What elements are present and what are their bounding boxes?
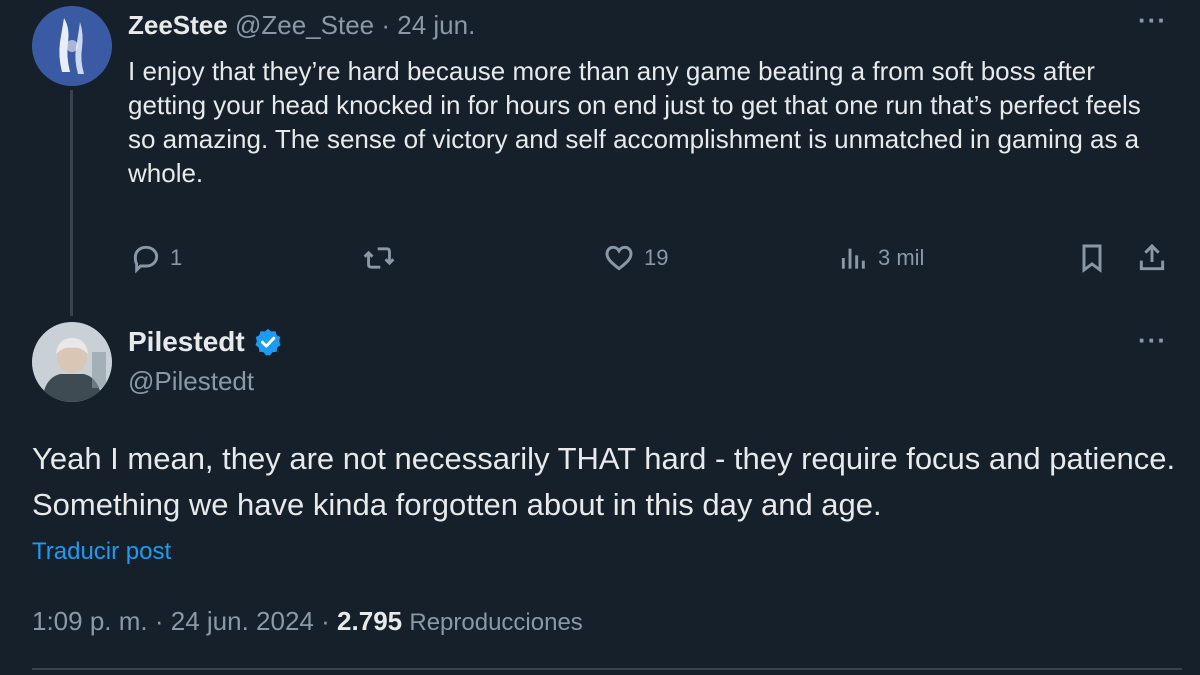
share-button[interactable] (1136, 238, 1168, 278)
divider (32, 668, 1182, 670)
like-count: 19 (644, 245, 669, 270)
post-date[interactable]: 24 jun. 2024 (171, 606, 314, 636)
post-time[interactable]: 1:09 p. m. (32, 606, 148, 636)
like-button[interactable]: 19 (602, 238, 668, 278)
bookmark-button[interactable] (1076, 238, 1108, 278)
separator-dot: · (154, 606, 164, 636)
author-name[interactable]: ZeeStee (128, 10, 228, 40)
reply-button[interactable]: 1 (130, 238, 182, 278)
repost-button[interactable] (362, 238, 404, 278)
reply-icon (133, 245, 159, 274)
thread-connector-line (70, 90, 73, 316)
more-icon[interactable]: ··· (1138, 327, 1167, 353)
bookmark-icon (1082, 244, 1102, 273)
like-icon (605, 245, 633, 271)
post-date[interactable]: 24 jun. (397, 10, 475, 40)
translate-post-link[interactable]: Traducir post (32, 538, 171, 566)
avatar-pilestedt[interactable] (32, 322, 112, 402)
more-icon[interactable]: ··· (1138, 7, 1167, 33)
reply-count: 1 (170, 245, 183, 270)
views-count: 2.795 (337, 606, 403, 636)
post-text: Yeah I mean, they are not necessarily TH… (32, 441, 1176, 522)
verified-badge-icon[interactable] (253, 327, 283, 357)
views-count: 3 mil (878, 245, 925, 270)
separator-dot: · (321, 606, 330, 636)
repost-icon (363, 247, 395, 269)
author-handle[interactable]: @Pilestedt (128, 366, 254, 397)
avatar-zeestee[interactable] (32, 6, 112, 86)
separator-dot: · (381, 10, 391, 40)
views-button[interactable]: 3 mil (838, 238, 924, 278)
tweet-thread: ZeeStee @Zee_Stee · 24 jun. ··· I enjoy … (0, 0, 1200, 675)
views-label: Reproducciones (409, 609, 583, 636)
views-icon (841, 248, 865, 269)
reply-to-text: I enjoy that they’re hard because more t… (128, 56, 1141, 188)
reply-to-header: ZeeStee @Zee_Stee · 24 jun. (128, 8, 475, 42)
share-icon (1139, 243, 1165, 271)
action-bar: 1 19 3 mil (0, 238, 1200, 278)
post-metadata: 1:09 p. m. · 24 jun. 2024 · 2.795 Reprod… (32, 606, 583, 637)
author-name-row: Pilestedt (128, 326, 283, 358)
author-name[interactable]: Pilestedt (128, 326, 245, 358)
author-handle[interactable]: @Zee_Stee (235, 10, 374, 40)
